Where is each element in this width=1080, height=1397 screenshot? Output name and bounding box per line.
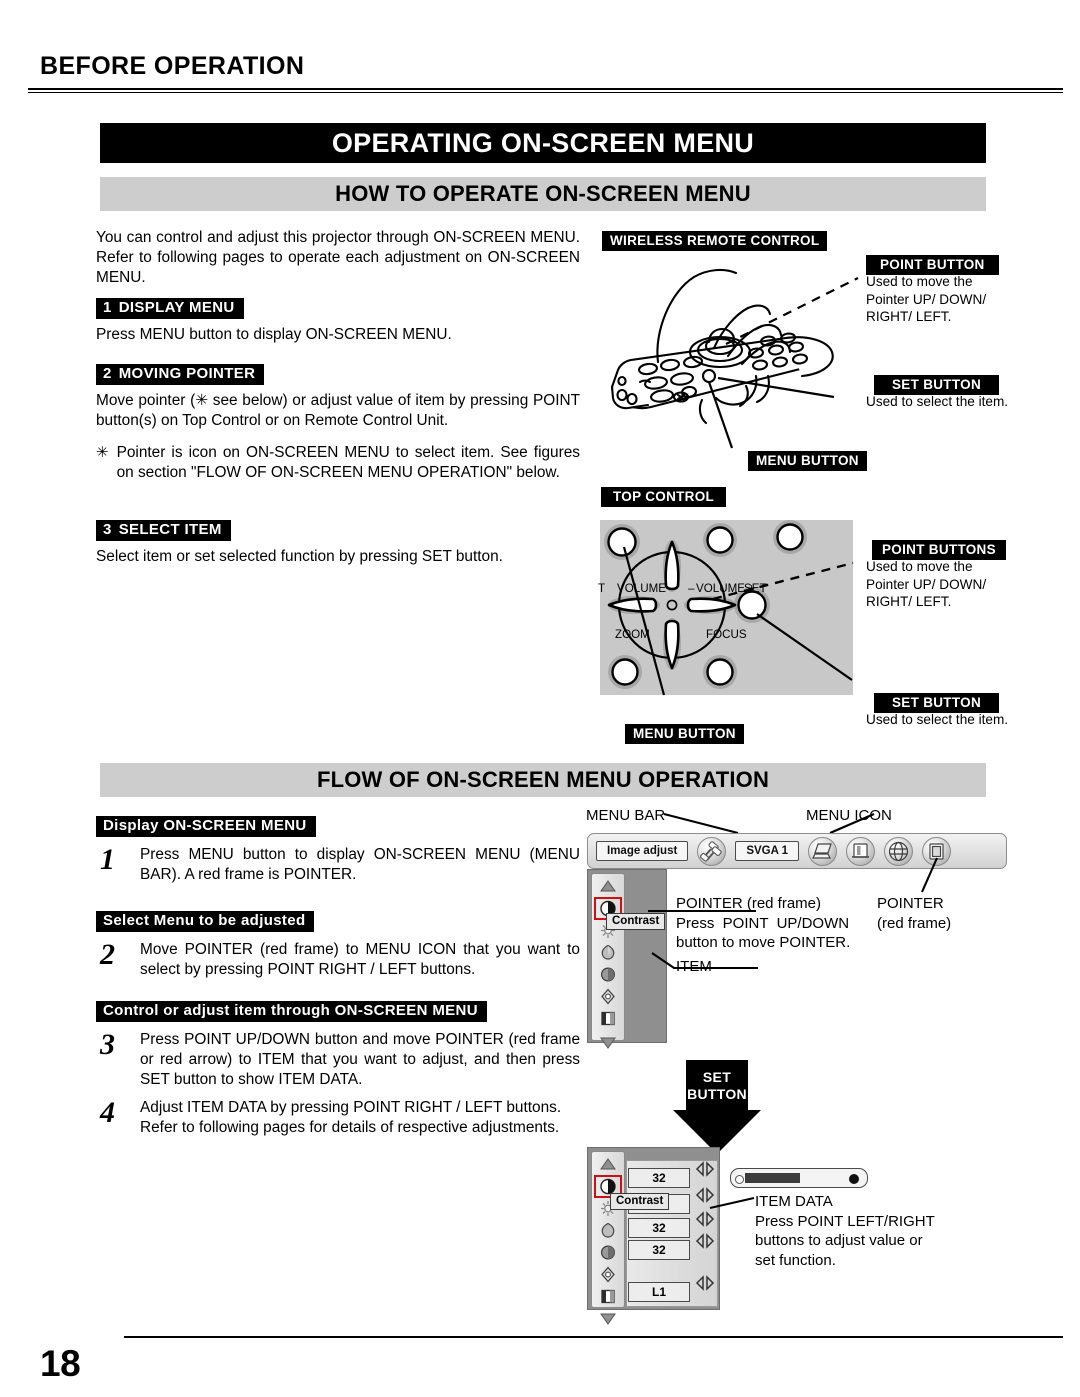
section-banner-how-to-operate: HOW TO OPERATE ON-SCREEN MENU [100,177,986,211]
value-box-contrast[interactable]: 32 [628,1168,690,1188]
step-2-number: 2 [103,365,112,382]
step-3-tag: 3 SELECT ITEM [96,520,231,541]
value-box-tint[interactable]: 32 [628,1240,690,1260]
menu-bar-title-label[interactable]: Image adjust [596,841,689,861]
flow-step-3-heading: Control or adjust item through ON-SCREEN… [96,1001,487,1022]
section-banner-flow: FLOW OF ON-SCREEN MENU OPERATION [100,763,986,797]
flow-step-1-body: Press MENU button to display ON-SCREEN M… [140,846,580,883]
gamma-icon[interactable] [596,1287,620,1306]
set-button-arrow-line2: BUTTON [687,1086,747,1102]
tint-icon[interactable] [596,1243,620,1262]
scroll-down-arrow-icon[interactable] [596,1309,620,1328]
flow-step-4-number: 4 [100,1096,115,1129]
remote-set-button-desc: Used to select the item. [866,394,1009,409]
flow-step-3-number: 3 [100,1028,115,1061]
top-control-illustration: T VOLUME – VOLUME + SET ZOOM FOCUS [598,520,870,700]
value-box-gamma[interactable]: L1 [628,1282,690,1302]
flow-step-2-number: 2 [100,938,115,971]
item-data-slider[interactable] [730,1168,868,1188]
how-to-step-3: 3 SELECT ITEM Select item or set selected… [96,520,580,567]
remote-point-button-label: POINT BUTTON [866,255,999,275]
step-1-title: DISPLAY MENU [118,299,235,316]
osd-panel-1-icon-rail[interactable] [591,873,625,1049]
remote-point-button-desc: Used to move the Pointer UP/ DOWN/ RIGHT… [866,274,987,324]
sharpness-icon[interactable] [596,987,620,1006]
footer-rule [124,1336,1063,1338]
computer-icon[interactable] [808,836,838,866]
remote-control-illustration [596,252,896,452]
svg-text:–: – [688,582,695,595]
color-icon[interactable] [596,1221,620,1240]
gamma-icon[interactable] [596,1009,620,1028]
step-1-tag: 1 DISPLAY MENU [96,298,244,319]
pointer-red-frame-annotation: POINTER (red frame) Press POINT UP/DOWN … [676,895,851,951]
top-control-set-button-desc: Used to select the item. [866,712,1009,727]
set-button-arrow-line1: SET [702,1069,732,1085]
pointer-globe-leader [900,852,980,902]
top-control-set-button-label: SET BUTTON [874,693,1000,713]
running-head: BEFORE OPERATION [40,52,305,80]
sharpness-icon[interactable] [596,1265,620,1284]
how-to-note: ✳ Pointer is icon on ON-SCREEN MENU to s… [96,443,580,483]
flow-step-2-heading: Select Menu to be adjusted [96,911,315,932]
color-icon[interactable] [596,943,620,962]
top-control-figure-title: TOP CONTROL [601,487,727,507]
slider-knob[interactable] [849,1173,859,1184]
how-to-intro-block: You can control and adjust this projecto… [96,228,580,288]
flow-step-2-body: Move POINTER (red frame) to MENU ICON th… [140,941,580,978]
how-to-intro-text: You can control and adjust this projecto… [96,229,580,286]
connectors-icon[interactable] [697,836,727,866]
menu-bar-system-label[interactable]: SVGA 1 [735,841,800,861]
remote-set-button-label: SET BUTTON [874,375,1000,395]
top-control-point-buttons-label: POINT BUTTONS [872,540,1006,560]
slider-min-dot [735,1175,744,1184]
step-2-body: Move pointer (✳ see below) or adjust val… [96,392,580,429]
manual-page: BEFORE OPERATION OPERATING ON-SCREEN MEN… [0,0,1080,1397]
flow-step-1: Display ON-SCREEN MENU 1 Press MENU butt… [96,816,580,885]
flow-step-3-body: Press POINT UP/DOWN button and move POIN… [140,1031,580,1088]
step-3-title: SELECT ITEM [118,521,222,538]
step-3-body: Select item or set selected function by … [96,548,503,565]
how-to-step-2: 2 MOVING POINTER Move pointer (✳ see belo… [96,364,580,431]
item-data-annotation: ITEM DATA Press POINT LEFT/RIGHT buttons… [755,1193,935,1269]
step-3-number: 3 [103,521,112,538]
value-box-color[interactable]: 32 [628,1218,690,1238]
flow-step-4-body: Adjust ITEM DATA by pressing POINT RIGHT… [140,1099,562,1136]
osd-panel-2-arrows [694,1160,724,1310]
set-button-arrow: SET BUTTON [672,1060,762,1155]
page-number: 18 [40,1343,81,1384]
flow-step-3: Control or adjust item through ON-SCREEN… [96,1001,580,1090]
svg-text:FOCUS: FOCUS [706,628,747,641]
flow-step-1-number: 1 [100,843,115,876]
scroll-up-arrow-icon[interactable] [596,877,620,896]
screen-icon[interactable] [846,836,876,866]
scroll-up-arrow-icon[interactable] [596,1155,620,1174]
contrast-tooltip-2: Contrast [610,1193,670,1210]
remote-figure-title: WIRELESS REMOTE CONTROL [602,231,828,251]
slider-fill [745,1173,800,1183]
osd-panel-2-icon-rail[interactable] [591,1151,625,1325]
top-control-menu-button-label: MENU BUTTON [625,724,744,744]
scroll-down-arrow-icon[interactable] [596,1033,620,1052]
remote-menu-button-label: MENU BUTTON [748,451,867,471]
flow-step-2: Select Menu to be adjusted 2 Move POINTE… [96,911,580,980]
step-1-body: Press MENU button to display ON-SCREEN M… [96,326,452,343]
svg-text:VOLUME: VOLUME [617,582,666,595]
step-1-number: 1 [103,299,112,316]
header-rule [28,88,1063,93]
note-marker-icon: ✳ [96,444,109,461]
step-2-title: MOVING POINTER [118,365,256,382]
step-2-tag: 2 MOVING POINTER [96,364,265,385]
flow-step-4: 4 Adjust ITEM DATA by pressing POINT RIG… [96,1096,580,1138]
page-title-banner: OPERATING ON-SCREEN MENU [100,123,986,163]
top-control-point-buttons-desc: Used to move the Pointer UP/ DOWN/ RIGHT… [866,559,987,609]
svg-text:T: T [598,582,605,595]
item-annotation: ITEM [676,958,712,975]
how-to-step-1: 1 DISPLAY MENU Press MENU button to displ… [96,298,580,345]
tint-icon[interactable] [596,965,620,984]
flow-step-1-heading: Display ON-SCREEN MENU [96,816,316,837]
svg-text:ZOOM: ZOOM [615,628,650,641]
svg-text:SET: SET [744,582,767,595]
note-text: Pointer is icon on ON-SCREEN MENU to sel… [116,444,580,481]
